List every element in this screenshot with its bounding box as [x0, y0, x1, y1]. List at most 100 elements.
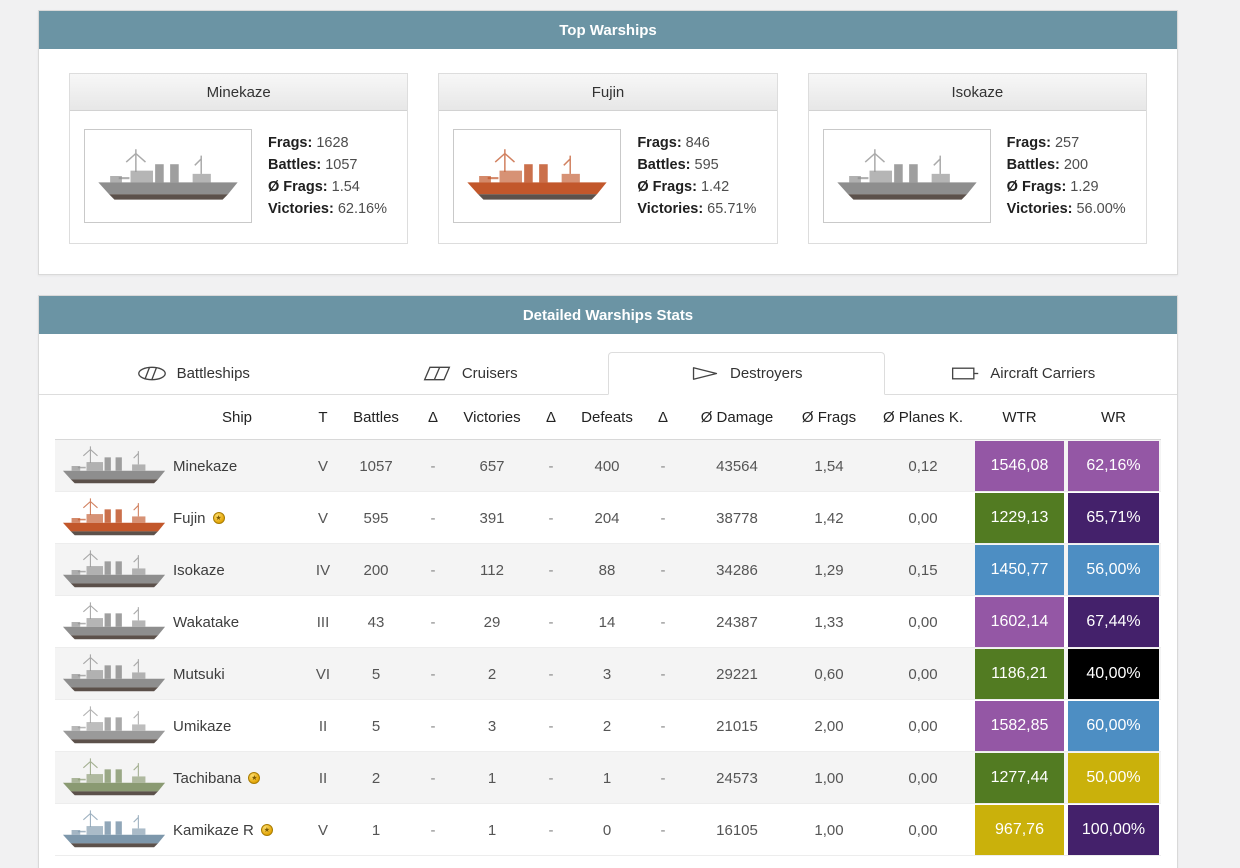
avg-damage-cell: 21015 — [716, 717, 758, 735]
column-header: WTR — [1002, 408, 1037, 426]
row-mutsuki[interactable]: Mutsuki ★ VI 5 - 2 - 3 - 29221 0,60 0,00 — [55, 648, 1161, 700]
ship-thumbnail-cell — [55, 752, 173, 804]
column-header: Δ — [427, 408, 439, 426]
tab-battleships[interactable]: Battleships — [55, 352, 332, 395]
wr-cell: 60,00% — [1066, 700, 1161, 752]
wr-cell: 100,00% — [1066, 804, 1161, 856]
ship-stats: Frags: 1628 Battles: 1057 Ø Frags: 1.54 Vic… — [268, 132, 387, 220]
avg-planes-cell: 0,12 — [908, 457, 938, 475]
defeats-delta-cell: - — [660, 457, 666, 475]
warship-card-body: Frags: 846 Battles: 595 Ø Frags: 1.42 Victo… — [439, 111, 776, 243]
defeats-delta-cell: - — [660, 613, 666, 631]
column-header: Battles — [353, 408, 399, 426]
wr-cell: 65,71% — [1066, 492, 1161, 544]
wtr-cell: 1450,77 — [973, 544, 1066, 596]
premium-icon: ★ — [248, 772, 261, 784]
avg-damage-cell: 38778 — [716, 509, 758, 527]
row-umikaze[interactable]: Umikaze ★ II 5 - 3 - 2 - 21015 2,00 0,00 — [55, 700, 1161, 752]
victories-delta-cell: - — [548, 665, 554, 683]
tier-cell: III — [316, 613, 330, 631]
ship-name-link[interactable]: Mutsuki — [173, 666, 225, 683]
stat-line: Battles: 1057 — [268, 154, 387, 176]
stat-label: Ø Frags: — [1006, 179, 1067, 195]
avg-damage-cell: 34286 — [716, 561, 758, 579]
ship-name-link[interactable]: Minekaze — [173, 458, 237, 475]
row-tachibana[interactable]: Tachibana ★ II 2 - 1 - 1 - 24573 1,00 0,… — [55, 752, 1161, 804]
stat-line: Victories: 56.00% — [1007, 198, 1126, 220]
warships-table: Ship T Battles Δ Victories Δ Defeats Δ Ø… — [39, 395, 1177, 856]
defeats-cell: 204 — [594, 509, 620, 527]
wtr-badge: 1450,77 — [975, 545, 1064, 595]
avg-frags-cell: 1,29 — [814, 561, 844, 579]
stat-label: Frags: — [1006, 135, 1051, 151]
ship-image-frame — [822, 129, 991, 223]
column-header: Ø Damage — [700, 408, 774, 426]
defeats-cell: 88 — [598, 561, 616, 579]
avg-damage-cell: 24387 — [716, 613, 758, 631]
ship-image-frame — [84, 129, 252, 223]
premium-icon: ★ — [260, 824, 273, 836]
ship-name-link[interactable]: Umikaze — [173, 718, 231, 735]
ship-image — [832, 143, 982, 209]
battles-delta-cell: - — [430, 613, 436, 631]
wtr-badge: 1277,44 — [975, 753, 1064, 803]
avg-frags-cell: 1,00 — [814, 769, 844, 787]
warship-card-body: Frags: 1628 Battles: 1057 Ø Frags: 1.54 Vic… — [70, 111, 407, 243]
warship-card-title: Fujin — [439, 74, 777, 111]
avg-damage-cell: 24573 — [716, 769, 758, 787]
stat-label: Battles: — [268, 157, 322, 173]
ship-name-link[interactable]: Wakatake — [173, 614, 239, 631]
warship-card: Isokaze Frags: 257 Battles: 200 Ø Frags: 1.… — [807, 73, 1147, 244]
tab-aircraft-carriers[interactable]: Aircraft Carriers — [885, 352, 1162, 395]
defeats-cell: 14 — [598, 613, 616, 631]
row-wakatake[interactable]: Wakatake ★ III 43 - 29 - 14 - 24387 1,33… — [55, 596, 1161, 648]
tab-cruisers[interactable]: Cruisers — [332, 352, 609, 395]
table-body: Minekaze ★ V 1057 - 657 - 400 - 43564 1,… — [55, 440, 1161, 856]
defeats-delta-cell: - — [660, 509, 666, 527]
stat-value: 1628 — [316, 135, 349, 151]
stat-value: 1057 — [325, 157, 358, 173]
column-header: Victories — [463, 408, 521, 426]
ship-name-cell: Umikaze ★ — [173, 718, 301, 735]
stat-line: Victories: 62.16% — [268, 198, 387, 220]
victories-delta-cell: - — [548, 769, 554, 787]
tab-label: Cruisers — [461, 365, 518, 382]
wr-badge: 62,16% — [1068, 441, 1159, 491]
ship-thumbnail-cell — [55, 596, 173, 648]
wtr-cell: 1546,08 — [973, 440, 1066, 492]
stat-line: Ø Frags: 1.54 — [268, 176, 387, 198]
ship-thumbnail-cell — [55, 440, 173, 492]
tab-destroyers[interactable]: Destroyers — [608, 352, 885, 395]
defeats-cell: 0 — [602, 821, 612, 839]
ship-name-link[interactable]: Tachibana — [173, 770, 241, 787]
avg-planes-cell: 0,00 — [908, 717, 938, 735]
wtr-badge: 967,76 — [975, 805, 1064, 855]
battles-delta-cell: - — [430, 457, 436, 475]
warship-card-body: Frags: 257 Battles: 200 Ø Frags: 1.29 Victo… — [809, 111, 1146, 243]
detailed-stats-title: Detailed Warships Stats — [522, 306, 694, 324]
ship-name-link[interactable]: Fujin — [173, 510, 206, 527]
ship-name-link[interactable]: Kamikaze R — [173, 822, 254, 839]
stat-line: Frags: 257 — [1007, 132, 1126, 154]
battles-delta-cell: - — [430, 561, 436, 579]
ship-name-cell: Mutsuki ★ — [173, 666, 301, 683]
stat-label: Victories: — [1006, 201, 1073, 217]
ship-name-link[interactable]: Isokaze — [173, 562, 225, 579]
row-isokaze[interactable]: Isokaze ★ IV 200 - 112 - 88 - 34286 1,29… — [55, 544, 1161, 596]
ship-thumbnail — [59, 546, 169, 594]
row-minekaze[interactable]: Minekaze ★ V 1057 - 657 - 400 - 43564 1,… — [55, 440, 1161, 492]
warship-card: Minekaze Frags: 1628 Battles: 1057 Ø Frags… — [69, 73, 409, 244]
wtr-badge: 1186,21 — [975, 649, 1064, 699]
wtr-cell: 1582,85 — [973, 700, 1066, 752]
warship-card-title: Isokaze — [808, 74, 1146, 111]
defeats-cell: 400 — [594, 457, 620, 475]
wr-badge: 56,00% — [1068, 545, 1159, 595]
stat-label: Battles: — [637, 157, 691, 173]
victories-cell: 2 — [487, 665, 497, 683]
stat-value: 257 — [1054, 135, 1080, 151]
row-kamikaze-r[interactable]: Kamikaze R ★ V 1 - 1 - 0 - 16105 1,00 0,… — [55, 804, 1161, 856]
stat-label: Battles: — [1006, 157, 1060, 173]
row-fujin[interactable]: Fujin ★ V 595 - 391 - 204 - 38778 1,42 0… — [55, 492, 1161, 544]
victories-delta-cell: - — [548, 561, 554, 579]
ship-thumbnail-cell — [55, 544, 173, 596]
